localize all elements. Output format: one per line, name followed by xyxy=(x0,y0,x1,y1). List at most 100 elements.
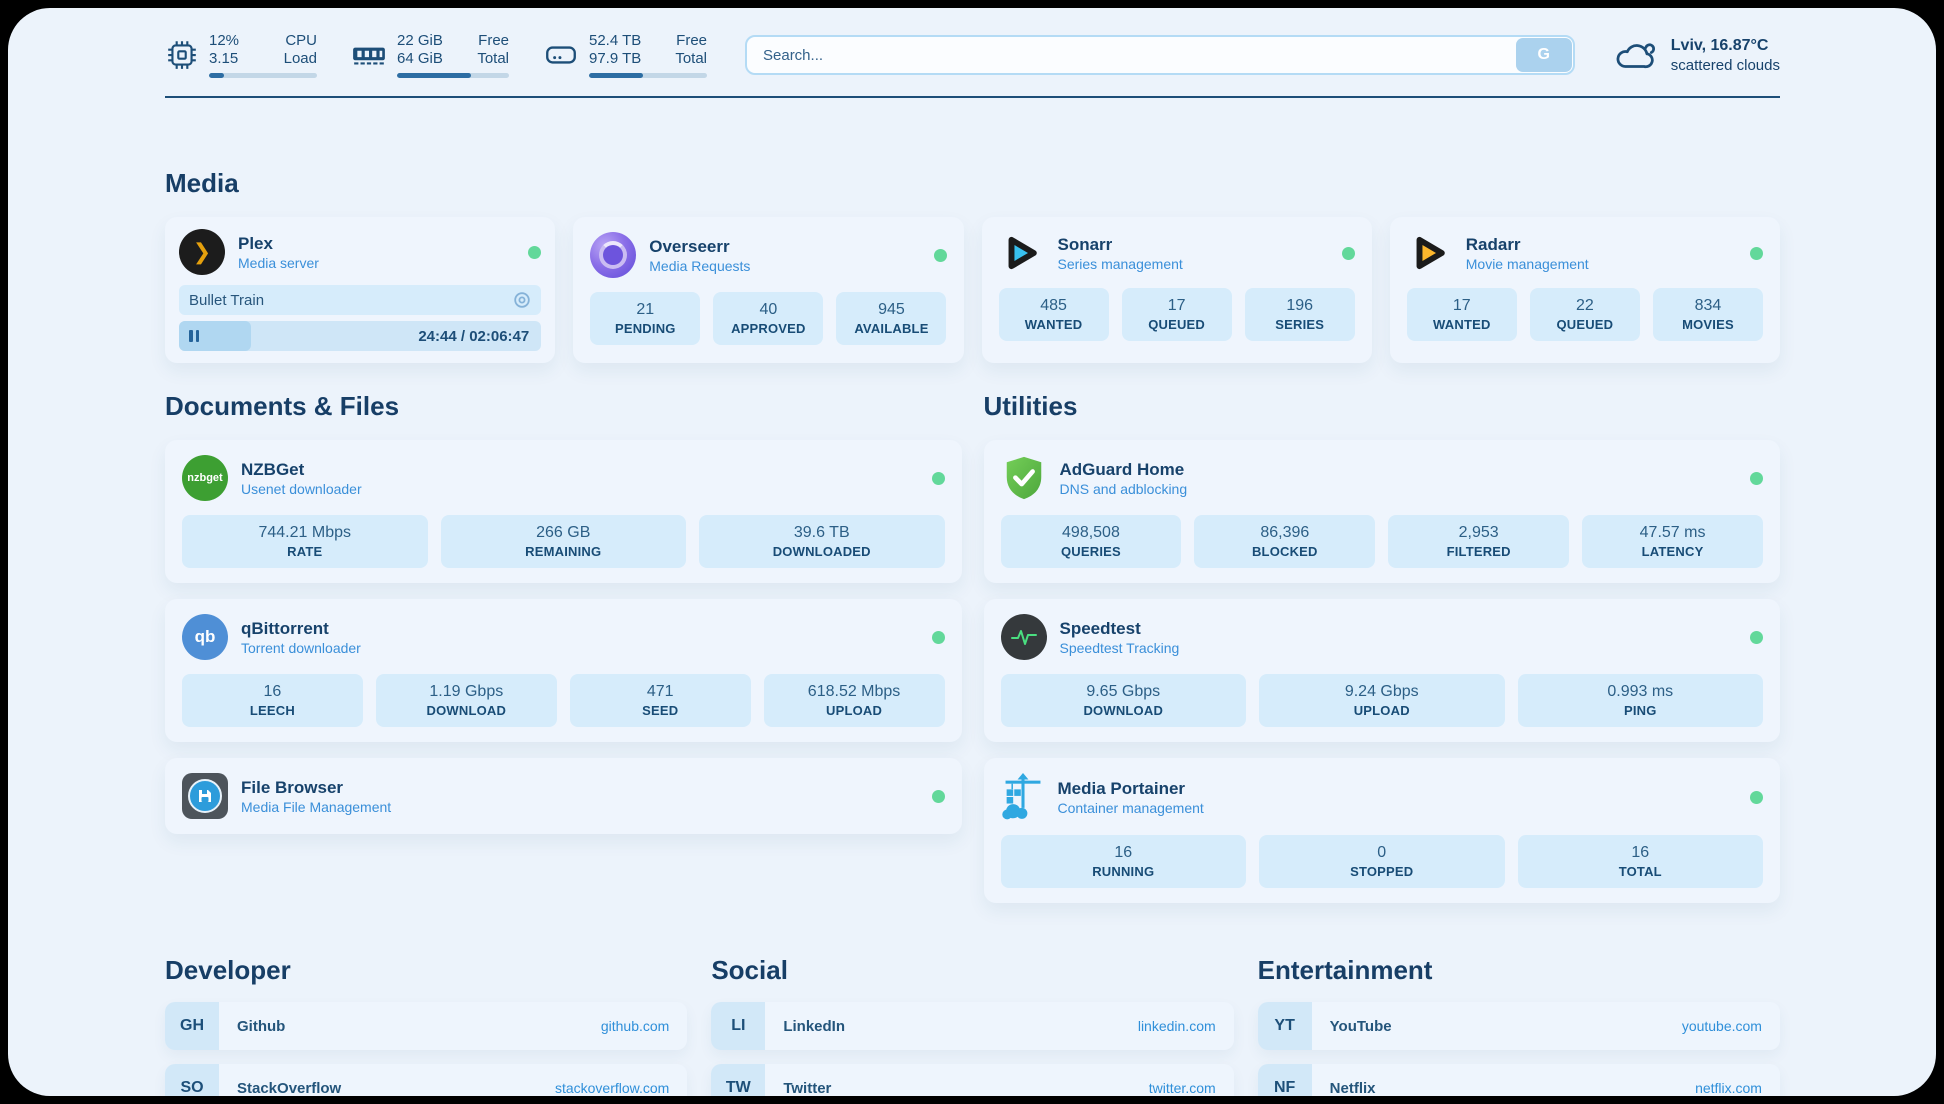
speedtest-icon xyxy=(1001,614,1047,660)
stat-value: 39.6 TB xyxy=(705,523,939,543)
disk-progress-fill xyxy=(589,73,643,78)
card-filebrowser[interactable]: File Browser Media File Management xyxy=(165,758,962,834)
stat-label: PENDING xyxy=(596,320,694,337)
stat-label: WANTED xyxy=(1413,316,1511,333)
status-dot xyxy=(1750,791,1763,804)
playback-progress-fill xyxy=(179,321,251,351)
bookmark-abbr: LI xyxy=(711,1002,765,1050)
stat-tile: 39.6 TB DOWNLOADED xyxy=(699,515,945,568)
search-input[interactable] xyxy=(745,35,1575,75)
ram-label-1: Free xyxy=(477,32,509,50)
search-bar: G xyxy=(745,35,1575,75)
stat-tile: 40 APPROVED xyxy=(713,292,823,345)
section-title-media: Media xyxy=(165,168,1780,199)
nzbget-icon: nzbget xyxy=(182,455,228,501)
stat-label: DOWNLOADED xyxy=(705,543,939,560)
media-grid: ❯ Plex Media server Bullet Train 24:44 /… xyxy=(165,217,1780,363)
stat-value: 17 xyxy=(1128,296,1226,316)
cpu-progress-fill xyxy=(209,73,224,78)
stat-label: TOTAL xyxy=(1524,863,1758,880)
stat-tile: 86,396 BLOCKED xyxy=(1194,515,1375,568)
adguard-icon xyxy=(1001,455,1047,501)
ram-icon xyxy=(351,38,387,72)
disk-progress-track xyxy=(589,73,707,78)
stat-tile: 1.19 Gbps DOWNLOAD xyxy=(376,674,557,727)
stat-value: 2,953 xyxy=(1394,523,1563,543)
disk-label-1: Free xyxy=(675,32,707,50)
bookmark-netflix[interactable]: NF Netflix netflix.com xyxy=(1258,1064,1780,1096)
bookmark-youtube[interactable]: YT YouTube youtube.com xyxy=(1258,1002,1780,1050)
card-overseerr[interactable]: Overseerr Media Requests 21 PENDING 40 A… xyxy=(573,217,963,363)
section-title-developer: Developer xyxy=(165,955,687,986)
stat-tile: 17 QUEUED xyxy=(1122,288,1232,341)
bookmark-github[interactable]: GH Github github.com xyxy=(165,1002,687,1050)
app-desc: Media Requests xyxy=(649,257,750,275)
app-desc: Speedtest Tracking xyxy=(1060,639,1180,657)
stat-label: QUERIES xyxy=(1007,543,1176,560)
ram-progress-fill xyxy=(397,73,471,78)
weather-location-temp: Lviv, 16.87°C xyxy=(1671,36,1780,56)
stat-value: 744.21 Mbps xyxy=(188,523,422,543)
stat-label: BLOCKED xyxy=(1200,543,1369,560)
stat-tile: 0 STOPPED xyxy=(1259,835,1505,888)
stat-value: 0 xyxy=(1265,843,1499,863)
card-nzbget[interactable]: nzbget NZBGet Usenet downloader 744.21 M… xyxy=(165,440,962,583)
section-title-documents: Documents & Files xyxy=(165,391,962,422)
card-radarr[interactable]: Radarr Movie management 17 WANTED 22 QUE… xyxy=(1390,217,1780,363)
card-speedtest[interactable]: Speedtest Speedtest Tracking 9.65 Gbps D… xyxy=(984,599,1781,742)
stat-tile: 9.24 Gbps UPLOAD xyxy=(1259,674,1505,727)
stat-label: RUNNING xyxy=(1007,863,1241,880)
app-name: File Browser xyxy=(241,777,391,798)
bookmark-name: LinkedIn xyxy=(783,1018,845,1035)
status-dot xyxy=(1750,247,1763,260)
disk-total-value: 97.9 TB xyxy=(589,50,641,68)
bookmark-linkedin[interactable]: LI LinkedIn linkedin.com xyxy=(711,1002,1233,1050)
card-qbittorrent[interactable]: qb qBittorrent Torrent downloader 16 LEE… xyxy=(165,599,962,742)
stat-value: 498,508 xyxy=(1007,523,1176,543)
stat-tile: 17 WANTED xyxy=(1407,288,1517,341)
bookmark-name: Netflix xyxy=(1330,1080,1376,1097)
bookmark-twitter[interactable]: TW Twitter twitter.com xyxy=(711,1064,1233,1096)
status-dot xyxy=(932,631,945,644)
app-desc: Usenet downloader xyxy=(241,480,362,498)
stat-tile: 945 AVAILABLE xyxy=(836,292,946,345)
app-name: Radarr xyxy=(1466,234,1589,255)
card-sonarr[interactable]: Sonarr Series management 485 WANTED 17 Q… xyxy=(982,217,1372,363)
stat-label: DOWNLOAD xyxy=(382,702,551,719)
qbittorrent-icon: qb xyxy=(182,614,228,660)
disk-free-value: 52.4 TB xyxy=(589,32,641,50)
app-desc: Series management xyxy=(1058,255,1183,273)
sonarr-icon xyxy=(999,232,1045,274)
card-portainer[interactable]: Media Portainer Container management 16 … xyxy=(984,758,1781,903)
bookmark-abbr: TW xyxy=(711,1064,765,1096)
app-name: Sonarr xyxy=(1058,234,1183,255)
stat-label: SEED xyxy=(576,702,745,719)
stat-tile: 834 MOVIES xyxy=(1653,288,1763,341)
bookmark-url: linkedin.com xyxy=(1138,1018,1234,1034)
stat-label: MOVIES xyxy=(1659,316,1757,333)
header-bar: 12% 3.15 CPU Load xyxy=(165,32,1780,78)
weather-condition: scattered clouds xyxy=(1671,56,1780,75)
header-divider xyxy=(165,96,1780,98)
cpu-load-value: 3.15 xyxy=(209,50,239,68)
bookmark-stackoverflow[interactable]: SO StackOverflow stackoverflow.com xyxy=(165,1064,687,1096)
app-name: Speedtest xyxy=(1060,618,1180,639)
stat-label: UPLOAD xyxy=(770,702,939,719)
card-plex[interactable]: ❯ Plex Media server Bullet Train 24:44 /… xyxy=(165,217,555,363)
app-name: AdGuard Home xyxy=(1060,459,1188,480)
stat-label: SERIES xyxy=(1251,316,1349,333)
section-title-social: Social xyxy=(711,955,1233,986)
card-adguard[interactable]: AdGuard Home DNS and adblocking 498,508 … xyxy=(984,440,1781,583)
bookmark-url: youtube.com xyxy=(1682,1018,1780,1034)
app-name: Overseerr xyxy=(649,236,750,257)
dashboard-panel: 12% 3.15 CPU Load xyxy=(8,8,1936,1096)
stat-tile: 471 SEED xyxy=(570,674,751,727)
cpu-icon xyxy=(165,38,199,72)
stat-value: 834 xyxy=(1659,296,1757,316)
status-dot xyxy=(932,472,945,485)
search-engine-button[interactable]: G xyxy=(1516,38,1572,72)
stat-value: 86,396 xyxy=(1200,523,1369,543)
weather-widget[interactable]: Lviv, 16.87°C scattered clouds xyxy=(1613,35,1780,75)
section-title-utilities: Utilities xyxy=(984,391,1781,422)
stat-value: 16 xyxy=(188,682,357,702)
